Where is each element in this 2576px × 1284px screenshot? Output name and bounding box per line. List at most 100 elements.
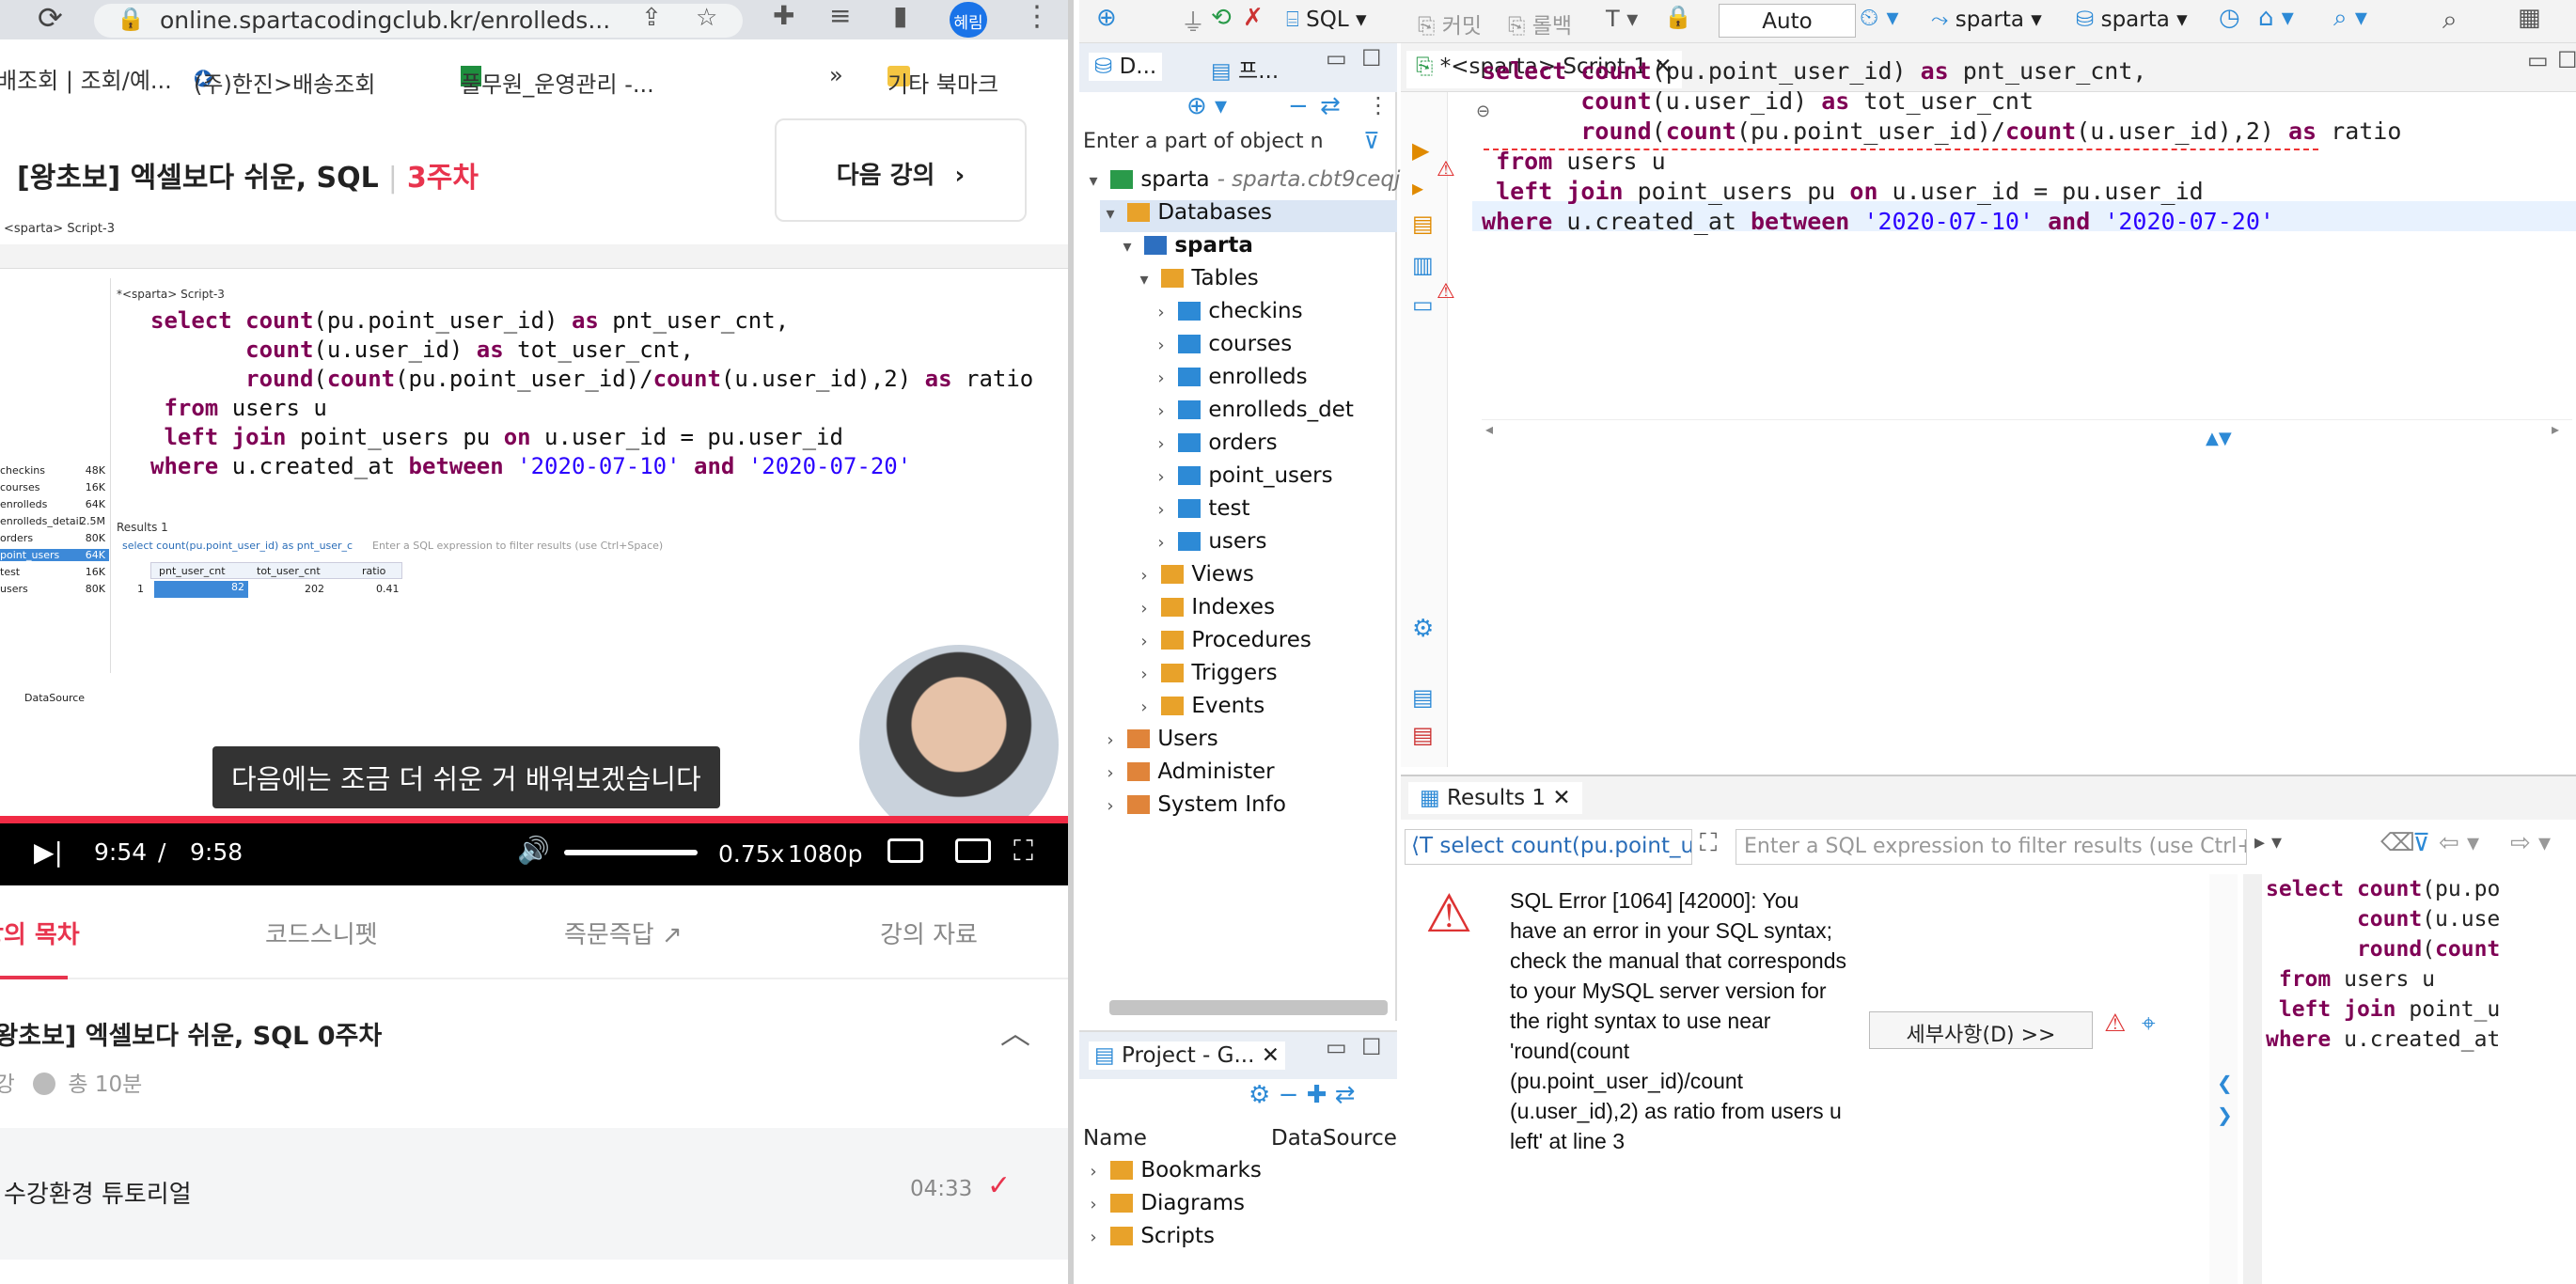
bookmark-1[interactable]: 배조회 | 조회/예... — [0, 62, 172, 95]
warning-icon[interactable]: ⚠ — [2104, 1010, 2126, 1038]
tree-table-test[interactable]: › test — [1151, 496, 1249, 528]
maximize-icon[interactable]: ☐ — [1361, 1034, 1382, 1060]
star-icon[interactable]: ☆ — [696, 4, 717, 32]
tab-qna[interactable]: 즉문즉답 ↗ — [564, 916, 683, 950]
transaction-mode-icon[interactable]: T ▾ — [1606, 6, 1638, 32]
back-icon[interactable]: ⇦ ▾ — [2439, 829, 2479, 857]
execute-script-icon[interactable]: ▤ — [1412, 211, 1434, 237]
media-icon[interactable]: ≡ — [829, 0, 851, 31]
invalidate-icon[interactable]: ✗ — [1243, 4, 1264, 32]
locate-icon[interactable]: ⌖ — [2142, 1010, 2156, 1039]
results-query-label[interactable]: ⟨T select count(pu.point_us — [1405, 829, 1692, 865]
tree-administer[interactable]: › Administer — [1100, 759, 1274, 791]
disconnect-icon[interactable]: ⏚ — [1181, 4, 1205, 39]
editor-hscroll[interactable]: ◂ ▸ — [1482, 419, 2572, 438]
tab-snippet[interactable]: 코드스니펫 — [265, 916, 378, 950]
lock-icon[interactable]: 🔒 — [1664, 4, 1692, 30]
settings-icon[interactable]: ⚙ — [1412, 615, 1434, 643]
history-icon[interactable]: ⏲ ▾ — [1860, 4, 1899, 33]
active-schema[interactable]: ⛁ sparta ▾ — [2076, 8, 2188, 32]
fullscreen-icon[interactable]: ⛶ — [1013, 835, 1033, 868]
tab-project[interactable]: ▤ Project - G... ✕ — [1089, 1041, 1286, 1070]
volume-slider[interactable] — [564, 850, 698, 855]
tree-databases[interactable]: ▾ Databases — [1100, 200, 1397, 232]
tree-tables[interactable]: ▾ Tables — [1134, 266, 1258, 298]
tree-folder-views[interactable]: › Views — [1134, 562, 1254, 594]
expand-icon[interactable]: ⛶ — [1700, 829, 1717, 858]
close-icon[interactable]: ✕ — [1552, 786, 1570, 810]
explain-icon[interactable]: ▥ — [1412, 252, 1434, 278]
eraser-icon[interactable]: ⌫ — [2380, 829, 2415, 857]
next-lecture-button[interactable]: 다음 강의 › — [775, 118, 1027, 222]
tree-table-enrolleds-det[interactable]: › enrolleds_det — [1151, 398, 1353, 430]
search-icon[interactable]: ⌕ — [2442, 4, 2458, 36]
minimize-icon[interactable]: ▭ — [1326, 1034, 1347, 1060]
sql-editor-button[interactable]: ⌸ SQL ▾ — [1286, 8, 1367, 32]
captions-icon[interactable] — [887, 838, 923, 863]
project-item-bookmarks[interactable]: › Bookmarks — [1083, 1158, 1261, 1190]
find-icon[interactable]: ⌕ ▾ — [2333, 4, 2367, 33]
minimize-icon[interactable]: ▭ — [1326, 45, 1347, 71]
terminal-icon[interactable]: ▭ — [1412, 291, 1434, 318]
bookmarks-overflow[interactable]: » — [829, 62, 843, 88]
tab-projects[interactable]: ▤ 프... — [1211, 53, 1279, 85]
export-icon[interactable]: ▤ — [1412, 684, 1434, 711]
minimize-icon[interactable]: ▭ — [2527, 47, 2549, 73]
new-connection-icon[interactable]: ⊕ ▾ — [1186, 92, 1227, 120]
import-icon[interactable]: ▤ — [1412, 722, 1434, 748]
extensions-icon[interactable]: ✚ — [773, 0, 794, 31]
results-filter-input[interactable]: Enter a SQL expression to filter results… — [1736, 829, 2247, 865]
tree-table-courses[interactable]: › courses — [1151, 332, 1292, 364]
execute-icon[interactable]: ▶ — [1412, 137, 1429, 164]
details-button[interactable]: 세부사항(D) >> — [1869, 1011, 2093, 1049]
tree-folder-events[interactable]: › Events — [1134, 694, 1264, 726]
tree-folder-procedures[interactable]: › Procedures — [1134, 628, 1311, 660]
active-connection[interactable]: ⤳ sparta ▾ — [1931, 8, 2042, 32]
menu-kebab-icon[interactable]: ⋮ — [1023, 0, 1051, 33]
project-item-scripts[interactable]: › Scripts — [1083, 1224, 1215, 1256]
sidepanel-icon[interactable]: ▮ — [893, 0, 907, 31]
tree-system-info[interactable]: › System Info — [1100, 792, 1286, 824]
auto-commit-select[interactable]: Auto — [1719, 4, 1856, 38]
commit-button[interactable]: ⎘ 커밋 — [1418, 8, 1482, 39]
pip-icon[interactable] — [955, 838, 991, 863]
chevron-up-icon[interactable]: ︿ — [1000, 1010, 1030, 1053]
tree-users[interactable]: › Users — [1100, 727, 1217, 759]
schema-compare-icon[interactable]: ⌂ ▾ — [2258, 4, 2294, 32]
navigator-filter[interactable]: Enter a part of object n — [1083, 130, 1356, 162]
settings-icon[interactable]: ⚙ − ✚ ⇄ — [1249, 1081, 1355, 1109]
tree-connection[interactable]: ▾ sparta - sparta.cbt9ceqjv — [1083, 167, 1413, 199]
share-icon[interactable]: ⇪ — [641, 4, 662, 32]
dashboard-icon[interactable]: ◷ — [2219, 4, 2240, 32]
navigator-hscroll[interactable] — [1109, 1000, 1388, 1015]
tree-table-checkins[interactable]: › checkins — [1151, 299, 1302, 331]
filter-history-icon[interactable]: ▸ ▾ — [2254, 831, 2282, 854]
tree-folder-indexes[interactable]: › Indexes — [1134, 595, 1275, 627]
tree-folder-triggers[interactable]: › Triggers — [1134, 661, 1277, 693]
tree-table-orders[interactable]: › orders — [1151, 431, 1277, 462]
tree-db[interactable]: ▾ sparta — [1117, 233, 1252, 265]
reload-icon[interactable]: ⟳ — [38, 0, 63, 36]
quality-value[interactable]: 1080p — [788, 840, 863, 868]
filter-icon[interactable]: ⊽ — [2412, 829, 2430, 857]
side-splitter[interactable]: ❮ ❯ — [2209, 874, 2238, 1284]
tree-table-point-users[interactable]: › point_users — [1151, 463, 1332, 495]
close-icon[interactable]: ✕ — [1262, 1043, 1280, 1068]
perspective-icon[interactable]: ▦ — [2518, 4, 2541, 32]
results-tab[interactable]: ▦ Results 1 ✕ — [1408, 782, 1582, 814]
new-connection-icon[interactable]: ⊕ — [1096, 4, 1117, 32]
address-bar[interactable]: 🔒 online.spartacodingclub.kr/enrolleds..… — [94, 4, 743, 38]
link-editor-icon[interactable]: ⇄ — [1320, 92, 1341, 120]
rollback-button[interactable]: ⎘ 롤백 — [1508, 8, 1572, 39]
reconnect-icon[interactable]: ⟲ — [1211, 4, 1232, 32]
tree-table-enrolleds[interactable]: › enrolleds — [1151, 365, 1307, 397]
forward-icon[interactable]: ⇨ ▾ — [2510, 829, 2551, 857]
profile-avatar[interactable]: 혜림 — [950, 2, 987, 38]
side-scroll[interactable] — [2243, 874, 2262, 1284]
lecture-item[interactable]: 수강환경 튜토리얼 04:33 ✓ — [0, 1128, 1068, 1260]
project-item-diagrams[interactable]: › Diagrams — [1083, 1191, 1245, 1223]
video-progress[interactable] — [0, 816, 1068, 823]
filter-icon[interactable]: ⊽ — [1363, 128, 1380, 154]
tab-navigator[interactable]: ⛁ D... — [1089, 53, 1163, 81]
tab-materials[interactable]: 강의 자료 — [880, 916, 978, 950]
